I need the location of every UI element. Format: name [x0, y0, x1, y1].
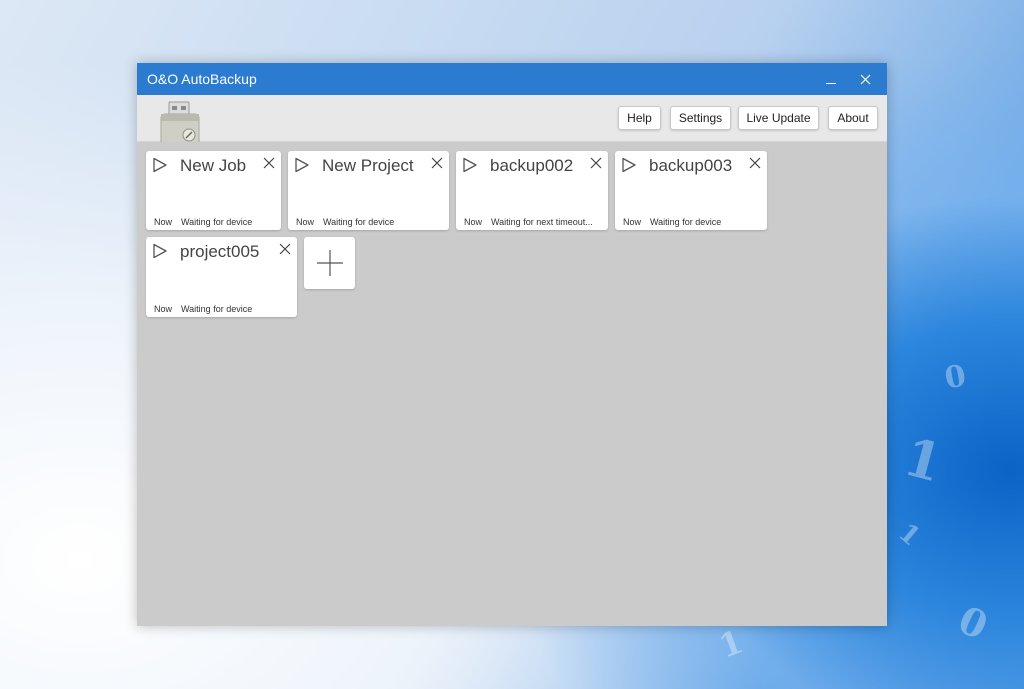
job-status-text: Waiting for device — [181, 304, 253, 314]
background-digit: 1 — [714, 622, 749, 666]
job-status: Now Waiting for device — [296, 217, 445, 227]
title-bar: O&O AutoBackup — [137, 63, 887, 95]
close-icon[interactable] — [590, 157, 602, 169]
play-icon[interactable] — [152, 243, 168, 259]
job-status-text: Waiting for device — [181, 217, 253, 227]
job-time: Now — [623, 217, 642, 227]
window-title: O&O AutoBackup — [147, 71, 257, 87]
job-card[interactable]: backup003 Now Waiting for device — [615, 151, 767, 230]
minimize-icon — [826, 82, 836, 84]
job-status-text: Waiting for device — [323, 217, 395, 227]
play-icon[interactable] — [152, 157, 168, 173]
minimize-button[interactable] — [815, 63, 847, 95]
play-icon[interactable] — [462, 157, 478, 173]
background-digit: 1 — [897, 426, 949, 495]
close-icon[interactable] — [749, 157, 761, 169]
job-status: Now Waiting for next timeout... — [464, 217, 604, 227]
help-button[interactable]: Help — [618, 106, 661, 130]
close-icon[interactable] — [431, 157, 443, 169]
job-name: project005 — [180, 242, 260, 261]
close-icon[interactable] — [279, 243, 291, 255]
job-status-text: Waiting for device — [650, 217, 722, 227]
background-digit: 1 — [892, 517, 926, 553]
job-time: Now — [296, 217, 315, 227]
job-status-text: Waiting for next timeout... — [491, 217, 593, 227]
add-job-button[interactable] — [304, 237, 355, 289]
job-card[interactable]: New Job Now Waiting for device — [146, 151, 281, 230]
job-status: Now Waiting for device — [154, 304, 293, 314]
background-digit: 0 — [951, 596, 995, 649]
job-card[interactable]: project005 Now Waiting for device — [146, 237, 297, 317]
job-status: Now Waiting for device — [623, 217, 763, 227]
background-digit: 0 — [942, 358, 969, 397]
job-card[interactable]: backup002 Now Waiting for next timeout... — [456, 151, 608, 230]
close-window-button[interactable] — [849, 63, 881, 95]
usb-drive-icon — [157, 100, 205, 142]
job-name: backup003 — [649, 156, 733, 175]
job-time: Now — [154, 304, 173, 314]
play-icon[interactable] — [294, 157, 310, 173]
job-time: Now — [464, 217, 483, 227]
job-name: backup002 — [490, 156, 574, 175]
settings-button[interactable]: Settings — [670, 106, 731, 130]
plus-icon — [316, 250, 343, 276]
close-icon[interactable] — [263, 157, 275, 169]
close-icon — [860, 74, 870, 84]
app-window: O&O AutoBackup Help Settings Live Update — [137, 63, 887, 626]
toolbar: Help Settings Live Update About — [137, 95, 887, 142]
play-icon[interactable] — [621, 157, 637, 173]
job-status: Now Waiting for device — [154, 217, 277, 227]
job-card[interactable]: New Project Now Waiting for device — [288, 151, 449, 230]
job-name: New Project — [322, 156, 414, 175]
job-time: Now — [154, 217, 173, 227]
job-name: New Job — [180, 156, 247, 175]
live-update-button[interactable]: Live Update — [738, 106, 819, 130]
about-button[interactable]: About — [828, 106, 878, 130]
